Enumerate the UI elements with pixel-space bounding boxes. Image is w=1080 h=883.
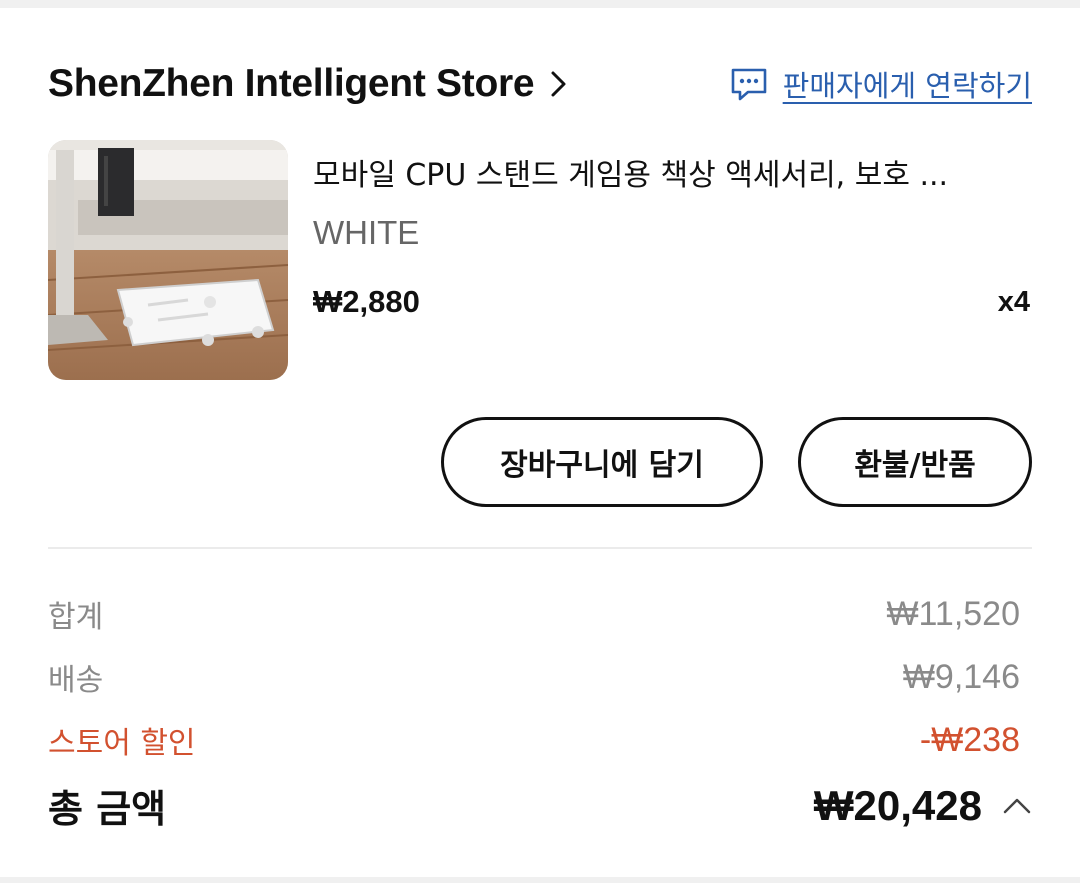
total-toggle[interactable]: ₩20,428 (814, 782, 1032, 830)
product-quantity: x4 (997, 286, 1030, 318)
order-item-card: ShenZhen Intelligent Store 판매자에게 연락하기 모바… (0, 8, 1080, 877)
store-name: ShenZhen Intelligent Store (48, 62, 535, 105)
subtotal-row: 합계 ₩11,520 (48, 592, 1020, 636)
product-price: ₩2,880 (313, 284, 420, 319)
shipping-value: ₩9,146 (902, 657, 1020, 696)
subtotal-value: ₩11,520 (886, 594, 1020, 633)
total-row: 총 금액 ₩20,428 (48, 778, 1032, 833)
contact-seller-link[interactable]: 판매자에게 연락하기 (729, 63, 1032, 105)
store-discount-value: -₩238 (919, 720, 1020, 759)
total-value: ₩20,428 (813, 781, 982, 829)
store-link[interactable]: ShenZhen Intelligent Store (48, 62, 570, 106)
chevron-right-icon (551, 71, 566, 97)
refund-return-button[interactable]: 환불/반품 (798, 417, 1032, 507)
subtotal-label: 합계 (48, 600, 104, 635)
product-title[interactable]: 모바일 CPU 스탠드 게임용 책상 액세서리, 보호 ... (313, 150, 1013, 194)
product-variant: WHITE (313, 214, 420, 251)
shipping-label: 배송 (48, 663, 104, 698)
chat-bubble-icon (731, 68, 766, 101)
shipping-row: 배송 ₩9,146 (48, 655, 1020, 699)
store-discount-row: 스토어 할인 -₩238 (48, 718, 1020, 762)
add-to-cart-button[interactable]: 장바구니에 담기 (441, 417, 763, 507)
store-discount-label: 스토어 할인 (48, 726, 196, 761)
divider (48, 547, 1032, 549)
total-label: 총 금액 (48, 787, 167, 831)
product-image[interactable] (48, 140, 288, 380)
store-header: ShenZhen Intelligent Store 판매자에게 연락하기 (48, 56, 1032, 112)
chevron-up-icon[interactable] (1002, 796, 1032, 816)
contact-seller-label: 판매자에게 연락하기 (782, 69, 1032, 103)
